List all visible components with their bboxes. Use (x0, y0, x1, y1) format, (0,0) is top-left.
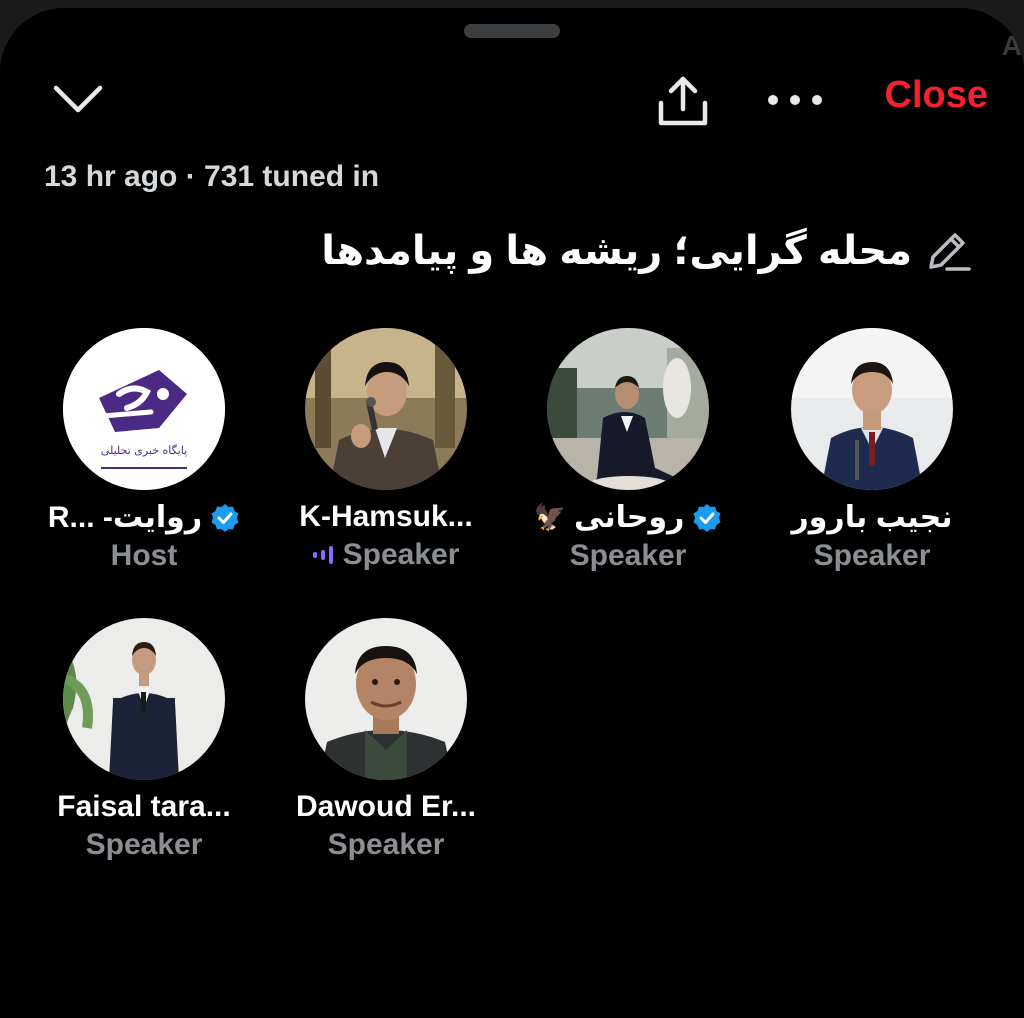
participant-card[interactable]: Dawoud Er... Speaker (266, 618, 506, 862)
participant-role: Speaker (569, 539, 687, 572)
participant-card[interactable]: پایگاه خبری تحلیلی R... -روایت Host (24, 328, 264, 573)
participant-name: Dawoud Er... (295, 790, 477, 823)
avatar (305, 618, 467, 780)
participants-grid: نجیب بارور Speaker 🦅 روحانی Speaker K-Ha… (0, 8, 1024, 1018)
participant-name-row: Dawoud Er... (296, 790, 476, 824)
participant-role: Speaker (85, 828, 203, 861)
verified-badge-icon (693, 503, 721, 532)
participant-role-row: Speaker (328, 828, 445, 862)
participant-name-row: Faisal tara... (57, 790, 230, 824)
avatar (791, 328, 953, 490)
space-sheet: A Close 13 hr ago · 731 tuned in محله گر… (0, 8, 1024, 1018)
avatar: پایگاه خبری تحلیلی (63, 328, 225, 490)
participant-role-row: Host (111, 539, 178, 573)
participant-name: R... -روایت (47, 501, 203, 534)
participant-role-row: Speaker (86, 828, 203, 862)
participant-name-row: R... -روایت (48, 500, 240, 535)
participant-role: Speaker (342, 538, 460, 571)
eagle-icon: 🦅 (533, 502, 566, 532)
participant-card[interactable]: 🦅 روحانی Speaker (508, 328, 748, 573)
participant-name: K-Hamsuk... (299, 500, 473, 533)
participant-role-row: Speaker (312, 538, 460, 572)
avatar (547, 328, 709, 490)
avatar (63, 618, 225, 780)
participant-role-row: Speaker (814, 539, 931, 573)
avatar (305, 328, 467, 490)
participant-role: Host (110, 539, 178, 572)
participant-name-row: نجیب بارور (792, 500, 953, 535)
participant-name-row: K-Hamsuk... (299, 500, 472, 534)
logo-text: پایگاه خبری تحلیلی (101, 444, 187, 457)
verified-badge-icon (211, 503, 239, 532)
speaking-indicator-icon (312, 546, 333, 564)
participant-role-row: Speaker (570, 539, 687, 573)
participant-card[interactable]: K-Hamsuk... Speaker (266, 328, 506, 572)
participant-role: Speaker (327, 828, 445, 861)
participant-card[interactable]: Faisal tara... Speaker (24, 618, 264, 862)
logo-icon: پایگاه خبری تحلیلی (63, 328, 225, 490)
participant-card[interactable]: نجیب بارور Speaker (752, 328, 992, 573)
participant-name: Faisal tara... (57, 790, 231, 823)
participant-name: روحانی (573, 501, 685, 534)
participant-role: Speaker (813, 539, 931, 572)
participant-name: نجیب بارور (791, 501, 953, 534)
participant-name-row: 🦅 روحانی (534, 500, 723, 535)
